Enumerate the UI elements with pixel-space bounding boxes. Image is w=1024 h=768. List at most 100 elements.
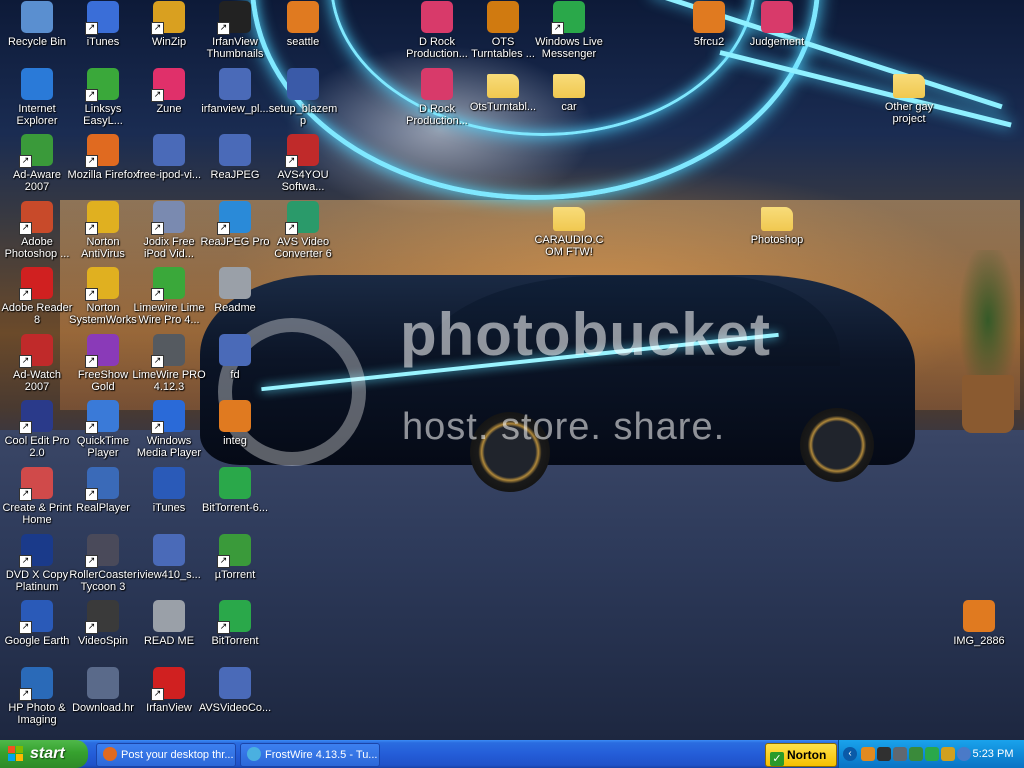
desktop-icon[interactable]: Photoshop <box>740 201 814 246</box>
desktop-icon[interactable]: Windows Live Messenger <box>532 1 606 60</box>
desktop-icon[interactable]: DVD X Copy Platinum <box>0 534 74 593</box>
desktop-icon[interactable]: Recycle Bin <box>0 1 74 48</box>
desktop-icon[interactable]: Readme <box>198 267 272 314</box>
desktop-icon-label: RollerCoaster Tycoon 3 <box>69 569 137 593</box>
desktop-icon[interactable]: Windows Media Player <box>132 400 206 459</box>
desktop-icon[interactable]: setup_blazemp <box>266 68 340 127</box>
desktop-icon[interactable]: seattle <box>266 1 340 48</box>
desktop-icon[interactable]: QuickTime Player <box>66 400 140 459</box>
desktop-icon-label: car <box>561 101 577 113</box>
desktop-icon[interactable]: Google Earth <box>0 600 74 647</box>
desktop-icon-label: D Rock Production... <box>406 36 468 60</box>
desktop-icon[interactable]: OTS Turntables ... <box>466 1 540 60</box>
desktop-icon[interactable]: Adobe Reader 8 <box>0 267 74 326</box>
desktop-icon-label: fd <box>230 369 240 381</box>
media-player-icon <box>151 400 185 434</box>
installer-icon <box>153 134 185 166</box>
installer-icon <box>219 68 251 100</box>
rear-wheel <box>800 408 874 482</box>
taskbar-button-firefox[interactable]: Post your desktop thr... <box>96 743 236 767</box>
desktop-icon-label: Zune <box>156 103 182 115</box>
desktop-icon[interactable]: BitTorrent-6... <box>198 467 272 514</box>
desktop-icon[interactable]: Cool Edit Pro 2.0 <box>0 400 74 459</box>
desktop-icon[interactable]: fd <box>198 334 272 381</box>
limewire-app-icon <box>151 334 185 368</box>
desktop-icon-label: WinZip <box>151 36 187 48</box>
desktop-icon[interactable]: D Rock Production... <box>400 68 474 127</box>
desktop-icon[interactable]: Limewire Lime Wire Pro 4... <box>132 267 206 326</box>
itunes-icon <box>85 1 119 35</box>
desktop-icon[interactable]: Download.hr <box>66 667 140 714</box>
desktop-icon[interactable]: WinZip <box>132 1 206 48</box>
desktop-icon-label: QuickTime Player <box>76 435 130 459</box>
desktop-icon[interactable]: AVSVideoCo... <box>198 667 272 714</box>
desktop-icon[interactable]: IMG_2886 <box>942 600 1016 647</box>
folder-icon <box>761 207 793 231</box>
desktop-icon[interactable]: OtsTurntabl... <box>466 68 540 113</box>
photobucket-tagline: host. store. share. <box>402 406 726 448</box>
desktop-icon-label: Google Earth <box>4 635 70 647</box>
desktop-icon[interactable]: IrfanView Thumbnails <box>198 1 272 60</box>
desktop-icon-label: Adobe Reader 8 <box>1 302 73 326</box>
update-icon[interactable] <box>941 747 955 761</box>
desktop-icon[interactable]: BitTorrent <box>198 600 272 647</box>
folder-icon <box>553 207 585 231</box>
desktop-icon[interactable]: 5frcu2 <box>672 1 746 48</box>
desktop-icon[interactable]: HP Photo & Imaging <box>0 667 74 726</box>
desktop-icon[interactable]: Other gay project <box>872 68 946 125</box>
desktop-icon[interactable]: Zune <box>132 68 206 115</box>
utorrent-icon <box>217 534 251 568</box>
desktop-icon[interactable]: FreeShow Gold <box>66 334 140 393</box>
desktop-icon[interactable]: CARAUDIO.COM FTW! <box>532 201 606 258</box>
desktop-icon[interactable]: iTunes <box>66 1 140 48</box>
desktop-icon[interactable]: IrfanView <box>132 667 206 714</box>
text-file-icon <box>219 267 251 299</box>
desktop-icon[interactable]: RollerCoaster Tycoon 3 <box>66 534 140 593</box>
messenger-icon <box>551 1 585 35</box>
desktop-icon[interactable]: Norton SystemWorks <box>66 267 140 326</box>
desktop-icon[interactable]: Linksys EasyL... <box>66 68 140 127</box>
desktop-icon[interactable]: LimeWire PRO 4.12.3 <box>132 334 206 393</box>
desktop-icon[interactable]: µTorrent <box>198 534 272 581</box>
desktop-icon[interactable]: free-ipod-vi... <box>132 134 206 181</box>
desktop-icon[interactable]: READ ME <box>132 600 206 647</box>
bittorrent-icon <box>217 600 251 634</box>
desktop-icon-label: irfanview_pl... <box>201 103 269 115</box>
irfanview-icon <box>151 667 185 701</box>
desktop-icon[interactable]: irfanview_pl... <box>198 68 272 115</box>
desktop-icon[interactable]: Create & Print Home <box>0 467 74 526</box>
speaker-icon[interactable] <box>893 747 907 761</box>
proshow-icon <box>85 334 119 368</box>
clock[interactable]: 5:23 PM <box>963 740 1023 768</box>
desktop-icon[interactable]: Ad-Watch 2007 <box>0 334 74 393</box>
desktop-icon[interactable]: car <box>532 68 606 113</box>
installer-icon <box>153 534 185 566</box>
desktop-icon[interactable]: VideoSpin <box>66 600 140 647</box>
desktop-icon[interactable]: Internet Explorer <box>0 68 74 127</box>
desktop-icon-label: Linksys EasyL... <box>83 103 123 127</box>
msn-icon[interactable] <box>925 747 939 761</box>
folder-icon <box>487 74 519 98</box>
desktop-icon[interactable]: AVS Video Converter 6 <box>266 201 340 260</box>
taskbar-button-frostwire[interactable]: FrostWire 4.13.5 - Tu... <box>240 743 380 767</box>
desktop-icon[interactable]: Jodix Free iPod Vid... <box>132 201 206 260</box>
desktop-icon[interactable]: integ <box>198 400 272 447</box>
desktop-icon[interactable]: iview410_s... <box>132 534 206 581</box>
norton-tray-button[interactable]: ✓ Norton <box>765 743 837 767</box>
start-button[interactable]: start <box>0 740 88 768</box>
desktop-icon[interactable]: Mozilla Firefox <box>66 134 140 181</box>
desktop-icon[interactable]: Judgement <box>740 1 814 48</box>
desktop-icon[interactable]: AVS4YOU Softwa... <box>266 134 340 193</box>
desktop-icon[interactable]: Norton AntiVirus <box>66 201 140 260</box>
desktop-icon[interactable]: iTunes <box>132 467 206 514</box>
desktop-icon[interactable]: Adobe Photoshop ... <box>0 201 74 260</box>
network-icon[interactable] <box>861 747 875 761</box>
desktop-icon[interactable]: RealPlayer <box>66 467 140 514</box>
tray-expand-icon[interactable]: ‹ <box>843 747 857 761</box>
desktop-icon[interactable]: Ad-Aware 2007 <box>0 134 74 193</box>
desktop-icon[interactable]: ReaJPEG Pro <box>198 201 272 248</box>
security-icon[interactable] <box>909 747 923 761</box>
norton-shield-icon[interactable] <box>877 747 891 761</box>
desktop-icon[interactable]: ReaJPEG <box>198 134 272 181</box>
desktop-icon[interactable]: D Rock Production... <box>400 1 474 60</box>
